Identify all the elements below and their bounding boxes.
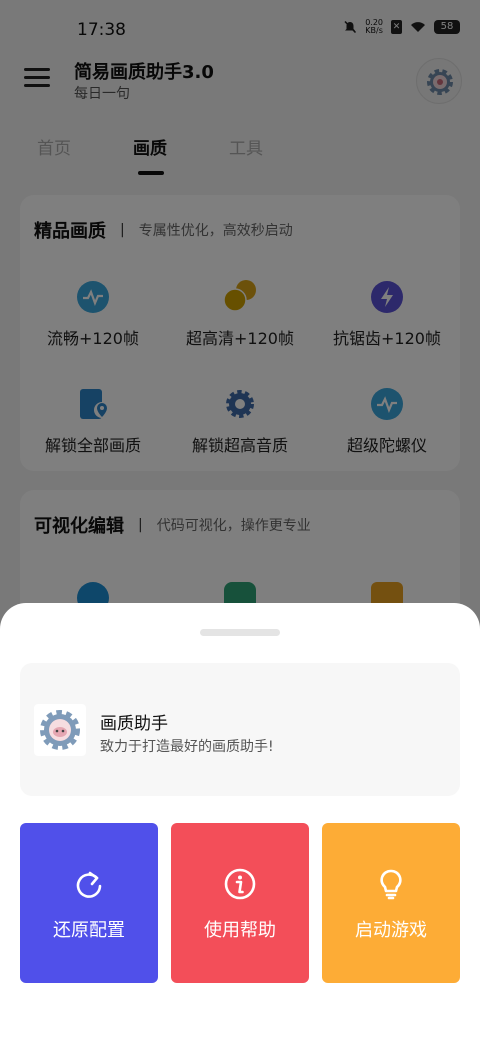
action-label: 使用帮助: [204, 920, 276, 941]
lightbulb-icon: [380, 869, 402, 900]
drag-handle[interactable]: [200, 629, 280, 636]
info-icon: [224, 868, 256, 900]
action-label: 启动游戏: [355, 920, 427, 941]
app-info-card: 画质助手 致力于打造最好的画质助手!: [20, 663, 460, 796]
app-name: 画质助手: [100, 714, 168, 734]
app-logo: [34, 704, 86, 756]
restore-config-button[interactable]: 还原配置: [20, 823, 158, 983]
launch-game-button[interactable]: 启动游戏: [322, 823, 460, 983]
bottom-sheet: 画质助手 致力于打造最好的画质助手! 还原配置 使用帮助 启动游戏: [0, 603, 480, 1056]
action-label: 还原配置: [53, 920, 125, 941]
refresh-icon: [76, 871, 102, 898]
help-button[interactable]: 使用帮助: [171, 823, 309, 983]
app-description: 致力于打造最好的画质助手!: [100, 739, 274, 755]
